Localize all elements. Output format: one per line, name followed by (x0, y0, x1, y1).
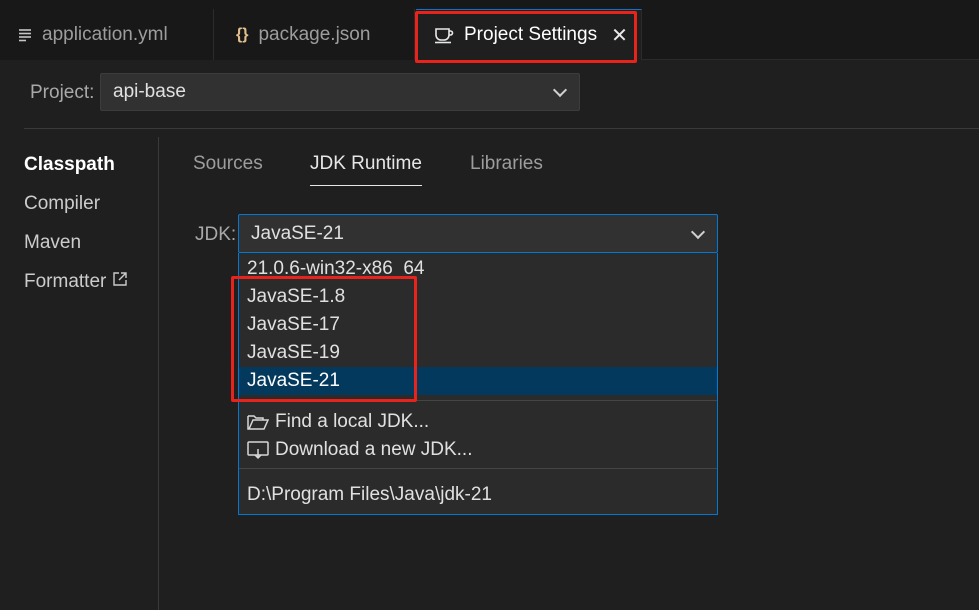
external-link-icon (112, 271, 128, 293)
divider (239, 400, 717, 401)
tab-jdk-runtime[interactable]: JDK Runtime (310, 153, 422, 186)
tab-sources[interactable]: Sources (193, 153, 263, 186)
tab-label: application.yml (42, 23, 168, 45)
nav-item-compiler[interactable]: Compiler (24, 193, 100, 215)
divider (24, 128, 979, 129)
tab-label: Project Settings (464, 24, 598, 45)
divider (239, 468, 717, 469)
jdk-path-option[interactable]: D:\Program Files\Java\jdk-21 (239, 481, 717, 509)
jdk-label: JDK: (195, 224, 237, 245)
option-label: Download a new JDK... (275, 439, 473, 460)
nav-item-formatter[interactable]: Formatter (24, 271, 128, 293)
download-new-jdk-option[interactable]: Download a new JDK... (239, 436, 717, 464)
nav-item-classpath[interactable]: Classpath (24, 154, 115, 176)
dropdown-option[interactable]: JavaSE-1.8 (239, 283, 717, 311)
tab-application-yml[interactable]: application.yml (0, 9, 214, 60)
tab-label: package.json (258, 23, 371, 45)
project-select[interactable]: api-base (100, 73, 580, 111)
dropdown-option[interactable]: 21.0.6-win32-x86_64 (239, 253, 717, 283)
jdk-select[interactable]: JavaSE-21 (238, 214, 718, 253)
jdk-dropdown-list: 21.0.6-win32-x86_64 JavaSE-1.8 JavaSE-17… (238, 253, 718, 515)
divider (158, 137, 159, 610)
dropdown-option[interactable]: JavaSE-17 (239, 311, 717, 339)
tab-project-settings[interactable]: Project Settings ✕ (416, 9, 642, 60)
folder-open-icon (247, 413, 269, 431)
chevron-down-icon (690, 224, 706, 239)
find-local-jdk-option[interactable]: Find a local JDK... (239, 408, 717, 436)
project-label: Project: (30, 82, 95, 103)
project-value: api-base (113, 81, 186, 102)
close-icon[interactable]: ✕ (611, 23, 628, 48)
nav-item-label: Formatter (24, 271, 107, 293)
tab-package-json[interactable]: {} package.json (214, 9, 415, 60)
lines-icon (18, 28, 32, 42)
dropdown-option[interactable]: JavaSE-19 (239, 339, 717, 367)
chevron-down-icon (552, 82, 568, 98)
braces-icon: {} (236, 25, 249, 43)
tab-libraries[interactable]: Libraries (470, 153, 543, 186)
jdk-value: JavaSE-21 (251, 222, 344, 244)
coffee-cup-icon (434, 26, 454, 44)
download-icon (247, 440, 269, 460)
editor-tab-bar: application.yml {} package.json Project … (0, 0, 979, 60)
dropdown-option-selected[interactable]: JavaSE-21 (239, 367, 717, 395)
option-label: Find a local JDK... (275, 411, 430, 432)
nav-item-maven[interactable]: Maven (24, 232, 81, 254)
